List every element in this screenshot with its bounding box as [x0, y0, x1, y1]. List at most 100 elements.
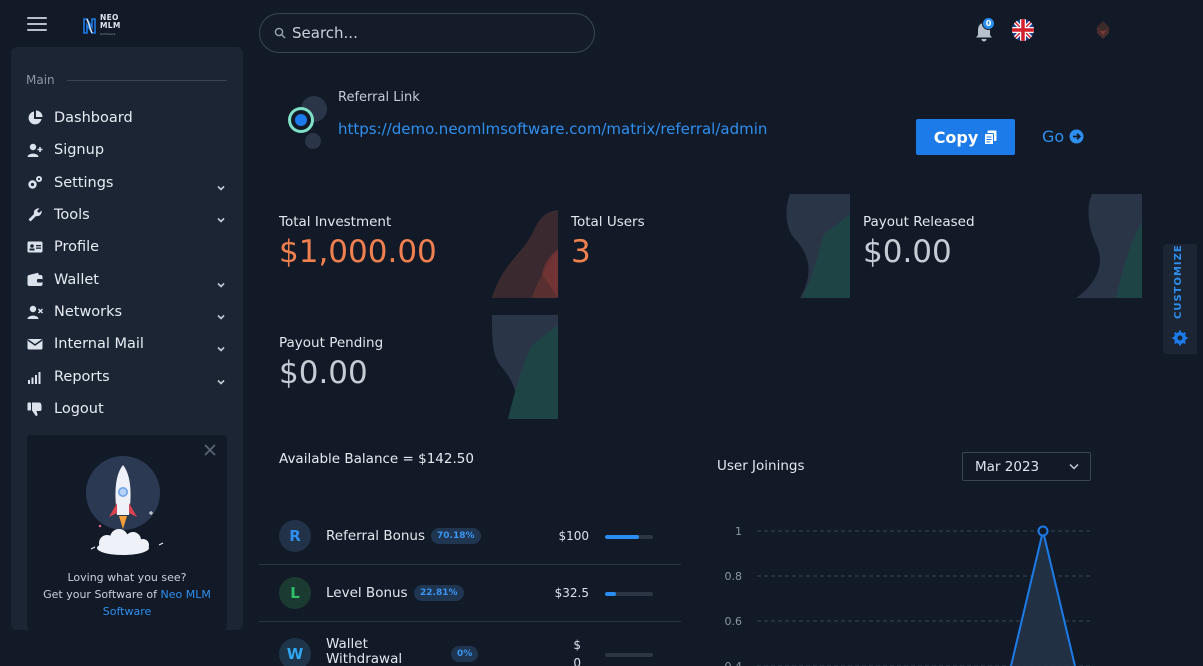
sidebar-item-label: Profile	[54, 239, 100, 256]
referral-link[interactable]: https://demo.neomlmsoftware.com/matrix/r…	[338, 120, 767, 138]
chevron-down-icon	[216, 307, 226, 320]
chevron-down-icon	[216, 210, 226, 223]
chevron-down-icon	[1069, 463, 1079, 470]
sidebar-item-dashboard[interactable]: Dashboard	[26, 102, 226, 134]
close-icon[interactable]	[203, 443, 217, 457]
thumbs-down-icon	[26, 401, 44, 417]
user-plus-icon	[26, 142, 44, 158]
sidebar-item-networks[interactable]: Networks	[26, 296, 226, 328]
search-icon	[274, 27, 286, 39]
sidebar-item-label: Signup	[54, 142, 105, 159]
stat-payout-released: Payout Released $0.00	[863, 194, 1142, 298]
sidebar-item-signup[interactable]: Signup	[26, 134, 226, 166]
percent-badge: 0%	[451, 646, 479, 662]
menu-toggle-button[interactable]	[27, 17, 47, 31]
user-avatar-icon[interactable]	[1092, 19, 1114, 41]
sidebar-item-label: Internal Mail	[54, 336, 144, 353]
data-point[interactable]	[1037, 525, 1049, 537]
month-select[interactable]: Mar 2023	[962, 452, 1091, 481]
customize-label: CUSTOMIZE	[1173, 244, 1184, 319]
chevron-down-icon	[216, 178, 226, 191]
sidebar-item-tools[interactable]: Tools	[26, 199, 226, 231]
copy-button-label: Copy	[933, 127, 979, 147]
card-decoration	[492, 210, 558, 298]
search-box[interactable]	[259, 13, 595, 53]
y-tick-label: 0.6	[725, 615, 743, 628]
chevron-down-icon	[216, 275, 226, 288]
pie-chart-icon	[26, 110, 44, 126]
stat-value: 3	[571, 234, 591, 270]
stat-value: $0.00	[279, 355, 368, 391]
logo[interactable]: NEO MLM Software	[82, 14, 121, 38]
sidebar-item-label: Tools	[54, 207, 90, 224]
logo-mark-icon	[83, 18, 96, 34]
month-select-value: Mar 2023	[975, 458, 1040, 475]
sidebar-item-label: Dashboard	[54, 110, 133, 127]
user-joinings-chart: 1 0.8 0.6 0.4	[725, 525, 1090, 666]
notification-count-badge: 0	[982, 17, 995, 30]
available-balance-title: Available Balance = $142.50	[279, 451, 474, 467]
sidebar-item-label: Logout	[54, 400, 104, 417]
customize-tab[interactable]: CUSTOMIZE	[1163, 244, 1197, 354]
progress-fill	[605, 535, 639, 539]
stat-value: $1,000.00	[279, 234, 437, 270]
stat-value: $0.00	[863, 234, 952, 270]
sidebar-item-wallet[interactable]: Wallet	[26, 263, 226, 295]
percent-badge: 70.18%	[431, 528, 481, 544]
sidebar-section-title: Main	[26, 73, 227, 87]
bonus-amount: $32.5	[554, 586, 589, 600]
sidebar-item-label: Settings	[54, 174, 114, 191]
envelope-icon	[26, 336, 44, 352]
bonus-avatar: R	[279, 520, 311, 552]
referral-title: Referral Link	[338, 90, 420, 105]
progress-bar	[605, 653, 653, 657]
sidebar-item-internal-mail[interactable]: Internal Mail	[26, 328, 226, 360]
uk-flag-icon[interactable]	[1012, 19, 1034, 41]
sidebar-item-profile[interactable]: Profile	[26, 231, 226, 263]
signal-bars-icon	[26, 369, 44, 385]
copy-button[interactable]: Copy	[916, 119, 1015, 155]
bonus-amount-line-1: $	[573, 638, 581, 652]
series-area	[1011, 531, 1075, 666]
sidebar-item-reports[interactable]: Reports	[26, 360, 226, 392]
list-item: W Wallet Withdrawal 0% $ 0	[259, 622, 681, 666]
bonus-amount-line-2: 0	[573, 656, 581, 666]
chevron-down-icon	[216, 339, 226, 352]
sidebar-section-label: Main	[26, 73, 55, 87]
sidebar-nav: Dashboard Signup Settings Tools Profile …	[26, 102, 226, 425]
sidebar-item-logout[interactable]: Logout	[26, 393, 226, 425]
logo-line-3: Software	[100, 32, 116, 36]
progress-bar	[605, 535, 653, 539]
stat-label: Total Users	[571, 214, 645, 230]
promo-line-2: Get your Software of	[43, 588, 161, 601]
users-network-icon	[26, 304, 44, 320]
bonus-name-line-1: Wallet	[326, 636, 368, 652]
go-link[interactable]: Go	[1042, 127, 1084, 146]
bonus-amount: $ 0	[573, 636, 581, 666]
bonus-name: Level Bonus	[326, 585, 408, 601]
progress-bar	[605, 592, 653, 596]
card-decoration	[492, 315, 558, 419]
stat-total-users: Total Users 3	[571, 194, 850, 298]
bonus-name: Referral Bonus	[326, 528, 425, 544]
bonus-name: Wallet Withdrawal	[326, 637, 402, 666]
wrench-icon	[26, 207, 44, 223]
rocket-illustration	[86, 456, 164, 555]
chevron-down-icon	[216, 372, 226, 385]
bonus-name-line-2: Withdrawal	[326, 651, 403, 666]
arrow-circle-right-icon	[1069, 129, 1084, 144]
card-decoration	[1076, 194, 1142, 298]
go-label: Go	[1042, 127, 1065, 146]
sidebar-item-settings[interactable]: Settings	[26, 167, 226, 199]
card-decoration	[786, 194, 850, 298]
sidebar-item-label: Wallet	[54, 271, 99, 288]
y-tick-label: 0.4	[725, 660, 743, 666]
logo-line-2: MLM	[100, 21, 121, 30]
referral-icon	[288, 96, 327, 149]
list-item: L Level Bonus 22.81% $32.5	[259, 565, 681, 622]
stat-label: Payout Released	[863, 214, 975, 230]
list-item: R Referral Bonus 70.18% $100	[259, 508, 681, 565]
id-card-icon	[26, 239, 44, 255]
search-input[interactable]	[292, 24, 572, 42]
sidebar: Main Dashboard Signup Settings Tools Pro…	[11, 47, 243, 630]
